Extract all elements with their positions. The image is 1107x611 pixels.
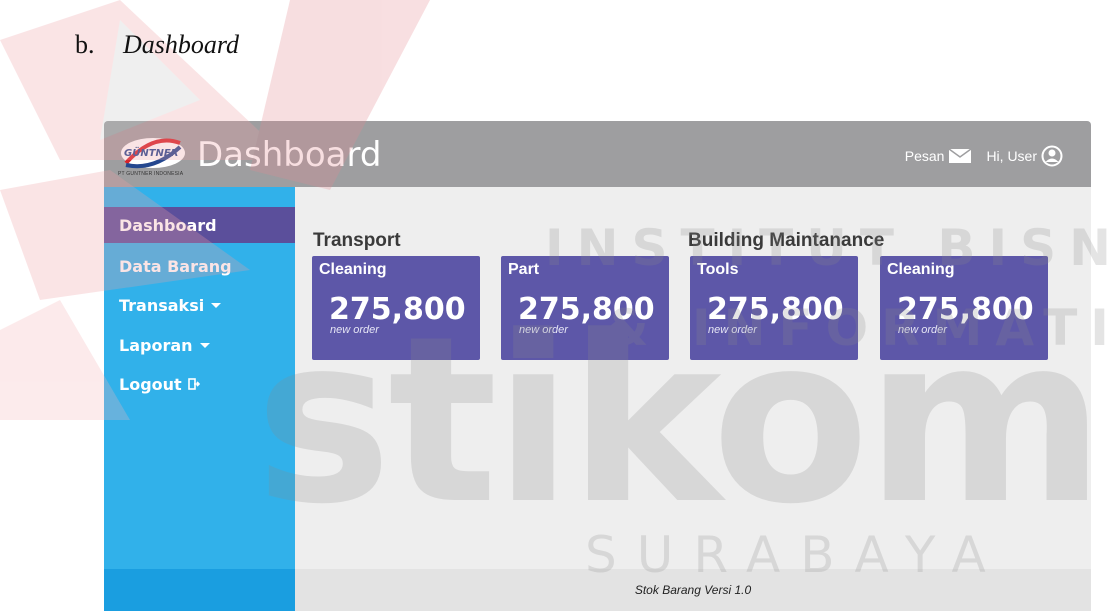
heading-letter: b. <box>75 30 95 59</box>
sidebar-item-laporan[interactable]: Laporan <box>104 327 295 363</box>
logout-icon <box>187 378 200 390</box>
section-title-building-maintenance: Building Maintanance <box>688 230 885 251</box>
card-label: Tools <box>697 261 739 278</box>
user-avatar-icon[interactable] <box>1041 145 1063 167</box>
heading-title: Dashboard <box>123 30 240 59</box>
section-title-transport: Transport <box>313 230 401 251</box>
main-content: Transport Building Maintanance Cleaning … <box>295 187 1091 569</box>
card-subtitle: new order <box>708 324 757 336</box>
card-value: 275,800 <box>897 292 1034 327</box>
sidebar-item-label: Data Barang <box>119 256 232 276</box>
sidebar-item-dashboard[interactable]: Dashboard <box>104 207 295 243</box>
messages-link[interactable]: Pesan <box>905 148 945 164</box>
svg-text:GÜNTNER: GÜNTNER <box>124 145 178 159</box>
card-value: 275,800 <box>707 292 844 327</box>
sidebar-item-label: Laporan <box>119 335 193 355</box>
card-label: Cleaning <box>319 261 387 278</box>
stat-card[interactable]: Part 275,800 new order <box>501 256 669 360</box>
document-heading: b. Dashboard <box>75 30 239 60</box>
stat-card[interactable]: Cleaning 275,800 new order <box>312 256 480 360</box>
sidebar-item-data-barang[interactable]: Data Barang <box>104 248 295 284</box>
sidebar-item-transaksi[interactable]: Transaksi <box>104 287 295 323</box>
top-bar: GÜNTNER PT GUNTNER INDONESIA Dashboard P… <box>104 121 1091 187</box>
card-subtitle: new order <box>519 324 568 336</box>
sidebar-item-logout[interactable]: Logout <box>104 366 295 402</box>
guntner-logo: GÜNTNER <box>121 138 185 169</box>
app-window: GÜNTNER PT GUNTNER INDONESIA Dashboard P… <box>104 121 1091 611</box>
stat-card[interactable]: Cleaning 275,800 new order <box>880 256 1048 360</box>
user-greeting[interactable]: Hi, User <box>986 148 1037 164</box>
card-label: Cleaning <box>887 261 955 278</box>
envelope-icon[interactable] <box>948 148 972 164</box>
stat-card[interactable]: Tools 275,800 new order <box>690 256 858 360</box>
sidebar-item-label: Logout <box>119 374 182 394</box>
card-subtitle: new order <box>330 324 379 336</box>
card-subtitle: new order <box>898 324 947 336</box>
card-label: Part <box>508 261 540 278</box>
footer: Stok Barang Versi 1.0 <box>295 569 1091 611</box>
logo-caption: PT GUNTNER INDONESIA <box>118 171 184 177</box>
card-value: 275,800 <box>518 292 655 327</box>
chevron-down-icon <box>199 342 210 348</box>
card-value: 275,800 <box>329 292 466 327</box>
top-right-actions: Pesan Hi, User <box>905 145 1063 167</box>
app-title: Dashboard <box>197 135 382 175</box>
sidebar-footer <box>104 569 295 611</box>
chevron-down-icon <box>211 302 222 308</box>
sidebar-item-label: Dashboard <box>119 215 217 235</box>
sidebar-item-label: Transaksi <box>119 295 205 315</box>
footer-text: Stok Barang Versi 1.0 <box>634 583 752 597</box>
